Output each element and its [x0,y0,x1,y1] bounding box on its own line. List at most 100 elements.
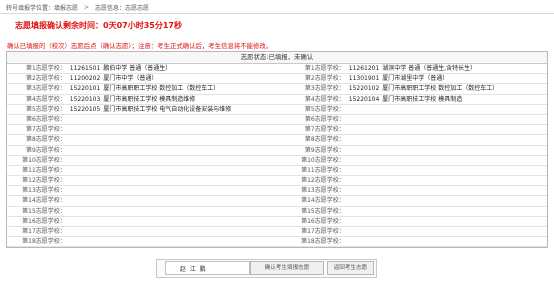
table-row: 第11志愿学校： 第11志愿学校： [7,166,547,177]
preference-value-left: 15220105 厦门市高职技工学校 电气自动化设备安装与维修 [70,105,277,114]
preference-label-right: 第8志愿学校： [304,136,345,144]
preference-label-left: 第15志愿学校： [22,207,66,215]
breadcrumb: 转号填报学位置：填报志愿 > 志愿信息：志愿志愿 [6,3,149,12]
preference-value-right [349,227,547,236]
school-code-right: 15220104 [348,95,380,103]
table-row: 第14志愿学校： 第14志愿学校： [7,196,547,207]
preference-label-right: 第16志愿学校： [301,217,345,225]
school-code-left: 15220105 [69,105,101,113]
table-row: 第4志愿学校： 15220103 厦门市高职技工学校 模具制造维修 第4志愿学校： 15… [7,95,547,105]
table-row: 第17志愿学校： 第17志愿学校： [7,227,547,238]
preference-label-right: 第15志愿学校： [301,207,345,215]
preference-label-right: 第18志愿学校： [301,238,345,246]
preference-value-left: 11200202 厦门市中学（普通） [70,74,277,83]
preference-label-right: 第3志愿学校： [304,85,345,93]
school-name-left: 鹏伯中学 普通（普通生） [103,65,172,72]
preference-value-right [349,105,547,114]
school-name-right: 湖滨中学 普通（普通生,含特长生） [382,65,477,72]
school-code-left: 15220101 [69,85,101,93]
table-row: 第16志愿学校： 第16志愿学校： [7,217,547,227]
preference-value-left: 15220101 厦门市高职职工学校 数控加工（数控车工） [70,84,277,93]
preference-label-right: 第12志愿学校： [301,177,345,185]
preference-value-left [70,135,277,144]
preference-value-right [349,135,547,144]
table-row: 第10志愿学校： 第10志愿学校： [7,156,547,166]
preference-label-right: 第14志愿学校： [301,197,345,205]
table-row: 第13志愿学校： 第13志愿学校： [7,186,547,197]
table-row: 第7志愿学校： 第7志愿学校： [7,125,547,136]
school-code-left: 11261501 [69,65,101,72]
countdown-timer: 志愿填报确认剩余时间：0天07小时35分17秒 [15,21,182,30]
table-row: 第6志愿学校： 第6志愿学校： [7,115,547,126]
table-row: 第8志愿学校： 第8志愿学校： [7,135,547,146]
preference-label-left: 第8志愿学校： [25,136,66,144]
preference-value-right [349,176,547,185]
school-name-left: 厦门市中学（普通） [103,75,158,83]
preference-label-right: 第10志愿学校： [301,156,345,164]
preference-label-right: 第17志愿学校： [301,228,345,235]
table-row: 第15志愿学校： 第15志愿学校： [7,207,547,217]
school-name-right: 厦门市高职技工学校 模具制造 [382,95,463,103]
preference-value-left: 11261501 鹏伯中学 普通（普通生） [70,64,277,73]
preference-label-left: 第18志愿学校： [22,238,66,246]
breadcrumb-item-2[interactable]: 志愿信息：志愿志愿 [95,3,149,12]
preference-value-left [70,207,277,216]
preference-value-left [70,125,277,134]
preference-panel: 志愿状态:已填报，未确认 第1志愿学校： 11261501 鹏伯中学 普通（普通生）… [6,51,548,248]
school-name-right: 厦门市湖里中学（普通） [382,75,449,83]
preference-value-right [349,196,547,205]
school-code-right: 11301901 [348,75,380,83]
preference-value-right: 15220104 厦门市高职技工学校 模具制造 [349,95,547,104]
status-bar: 志愿状态:已填报，未确认 [7,52,547,64]
preference-value-left [70,176,277,185]
preference-value-right [349,166,547,175]
preference-label-left: 第16志愿学校： [22,217,66,225]
preference-value-left [70,146,277,155]
school-name-left: 厦门市高职技工学校 模具制造维修 [103,95,196,103]
breadcrumb-item-1[interactable]: 转号填报学位置：填报志愿 [6,3,78,12]
preference-label-left: 第17志愿学校： [22,228,66,235]
school-name-left: 厦门市高职技工学校 电气自动化设备安装与维修 [103,105,232,113]
table-row: 第1志愿学校： 11261501 鹏伯中学 普通（普通生） 第1志愿学校： 112612… [7,64,547,75]
preference-rows: 第1志愿学校： 11261501 鹏伯中学 普通（普通生） 第1志愿学校： 112612… [7,64,547,248]
preference-label-left: 第4志愿学校： [25,95,66,103]
preference-value-right [349,146,547,155]
preference-value-right [349,186,547,195]
preference-label-left: 第9志愿学校： [25,146,66,154]
preference-value-left [70,166,277,175]
preference-label-left: 第13志愿学校： [22,187,66,195]
school-code-right: 15220102 [348,85,380,93]
return-button[interactable]: 返回考生志愿 [327,261,374,275]
school-code-left: 11200202 [69,75,101,83]
preference-value-right [349,115,547,124]
school-name-right: 厦门市高职职工学校 数控加工（数控车工） [382,85,499,93]
preference-value-left [70,156,277,165]
preference-value-right: 11301901 厦门市湖里中学（普通） [349,74,547,83]
preference-value-right: 15220102 厦门市高职职工学校 数控加工（数控车工） [349,84,547,93]
table-row: 第3志愿学校： 15220101 厦门市高职职工学校 数控加工（数控车工） 第3志愿学… [7,84,547,95]
table-row: 第18志愿学校： 第18志愿学校： [7,237,547,248]
preference-value-left [70,237,277,246]
notice-text: 确认已填报的（校次）志愿后点（确认志愿）；注意：考生正式确认后，考生信息将不能修… [7,42,273,50]
preference-value-left [70,186,277,195]
preference-label-right: 第9志愿学校： [304,146,345,154]
header-divider [0,13,554,14]
preference-label-left: 第14志愿学校： [22,197,66,205]
preference-label-left: 第1志愿学校： [25,65,66,72]
preference-value-left [70,227,277,236]
confirm-preference-button[interactable]: 确认考生填报志愿 [250,261,324,275]
preference-label-left: 第5志愿学校： [25,105,66,113]
preference-label-left: 第3志愿学校： [25,85,66,93]
breadcrumb-separator: > [84,4,90,11]
preference-value-left: 15220103 厦门市高职技工学校 模具制造维修 [70,95,277,104]
preference-value-left [70,217,277,226]
preference-value-right [349,237,547,246]
preference-label-right: 第13志愿学校： [301,187,345,195]
preference-label-right: 第7志愿学校： [304,126,345,134]
preference-value-right [349,207,547,216]
name-input[interactable] [165,261,250,275]
preference-label-right: 第1志愿学校： [304,65,345,72]
preference-label-left: 第12志愿学校： [22,177,66,185]
preference-value-right [349,217,547,226]
preference-value-left [70,196,277,205]
